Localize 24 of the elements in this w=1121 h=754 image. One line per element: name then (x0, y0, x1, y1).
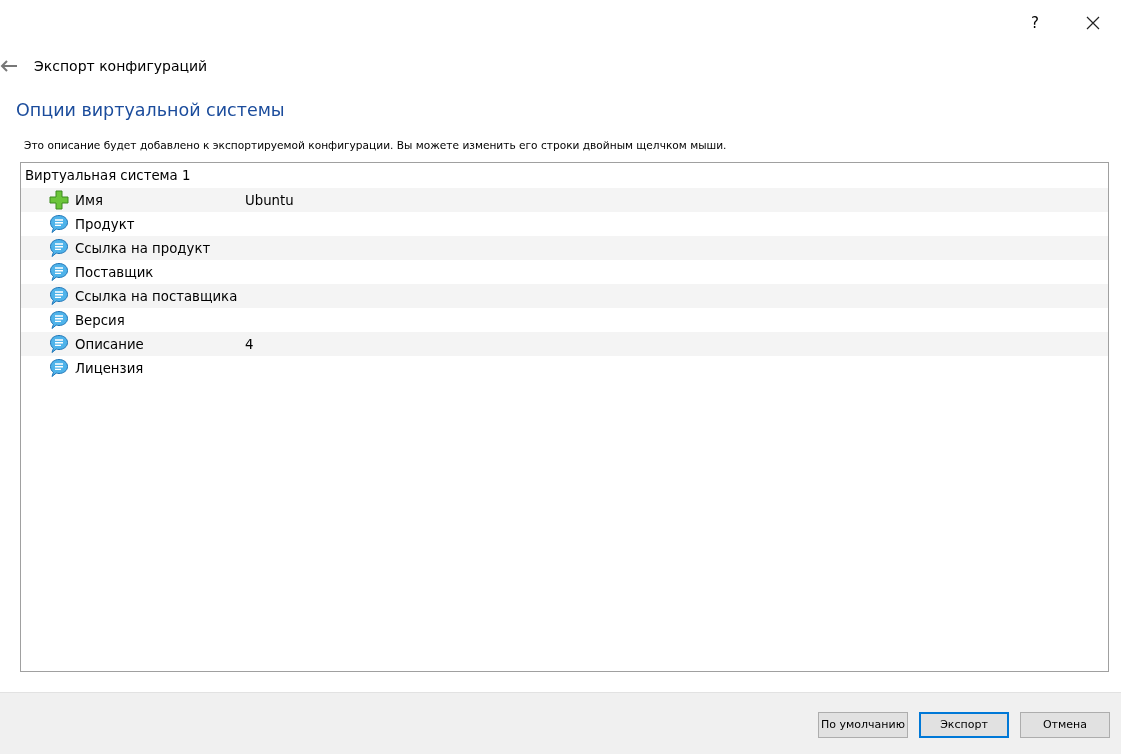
speech-bubble-icon (49, 310, 69, 330)
tree-item-label[interactable]: Ссылка на поставщика (75, 288, 245, 304)
speech-bubble-icon (49, 214, 69, 234)
speech-bubble-icon (49, 262, 69, 282)
tree-item-label[interactable]: Поставщик (75, 264, 245, 280)
tree-item-label[interactable]: Продукт (75, 216, 245, 232)
dialog-button[interactable]: Экспорт (919, 711, 1009, 738)
back-arrow-icon[interactable] (0, 60, 18, 72)
page-title: Экспорт конфигураций (34, 58, 208, 74)
tree-item-label[interactable]: Версия (75, 312, 245, 328)
tree-item-label[interactable]: Описание (75, 336, 245, 352)
tree-item-value[interactable]: Ubuntu (245, 192, 294, 208)
dialog-button[interactable]: По умолчанию (818, 711, 908, 738)
tree-root-label[interactable]: Виртуальная система 1 (21, 164, 191, 188)
tree-item-label[interactable]: Имя (75, 192, 245, 208)
tree-item-label[interactable]: Лицензия (75, 360, 245, 376)
description-text: Это описание будет добавлено к экспортируемой конфигурации. Вы можете изменить его строки двойным щелчком мыши. (24, 139, 728, 151)
tree-item-label[interactable]: Ссылка на продукт (75, 240, 245, 256)
speech-bubble-icon (49, 358, 69, 378)
dialog-button[interactable]: Отмена (1020, 711, 1110, 738)
tree-item-value[interactable]: 4 (245, 336, 254, 352)
help-button[interactable]: ? (1005, 14, 1065, 32)
section-heading: Опции виртуальной системы (16, 100, 286, 120)
plus-icon (49, 190, 69, 210)
